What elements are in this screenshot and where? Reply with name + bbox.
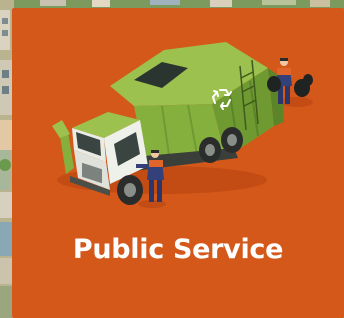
garbage-truck-illustration (12, 8, 344, 223)
card-title: Public Service (72, 234, 284, 265)
garbage-truck-svg (52, 42, 313, 208)
public-service-card[interactable]: Public Service (12, 8, 344, 318)
